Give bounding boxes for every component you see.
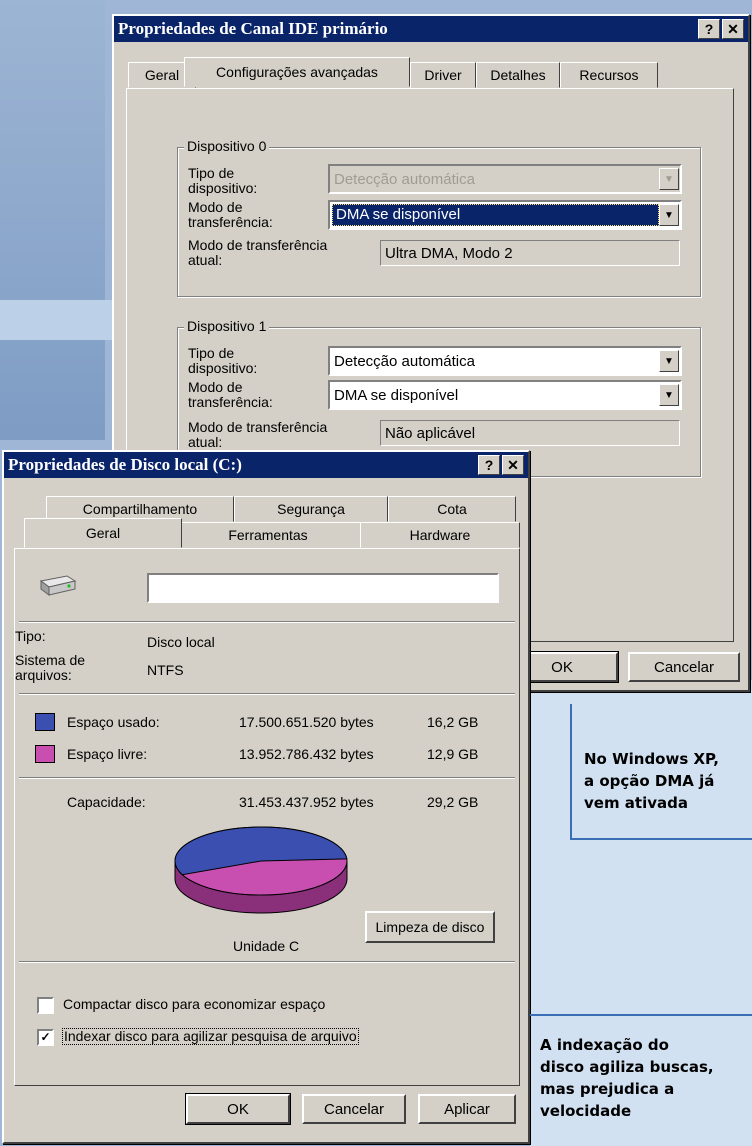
free-space-gb: 12,9 GB <box>427 746 479 762</box>
device-1-type-label: Tipo de dispositivo: <box>188 345 258 376</box>
used-space-bytes: 17.500.651.520 bytes <box>239 714 374 730</box>
disk-usage-pie-chart <box>174 826 348 914</box>
device-1-mode-select[interactable]: DMA se disponível ▼ <box>328 380 682 410</box>
device-1-current-label: Modo de transferência atual: <box>188 419 328 450</box>
drive-label: Unidade C <box>233 938 300 954</box>
index-checkbox[interactable]: ✓ <box>37 1029 54 1046</box>
tab-configuracoes-avancadas[interactable]: Configurações avançadas <box>184 57 410 87</box>
cancel-button[interactable]: Cancelar <box>302 1094 406 1124</box>
device-1-title: Dispositivo 1 <box>184 318 270 334</box>
filesystem-label: Sistema de arquivos: <box>15 652 86 683</box>
index-label: Indexar disco para agilizar pesquisa de … <box>62 1028 359 1045</box>
index-caption: A indexação do disco agiliza buscas, mas p… <box>540 1036 714 1120</box>
chevron-down-icon[interactable]: ▼ <box>659 168 679 190</box>
device-0-type-label: Tipo de dispositivo: <box>188 165 258 196</box>
type-value: Disco local <box>147 634 215 650</box>
general-page: Tipo: Disco local Sistema de arquivos: NT… <box>14 548 520 1086</box>
close-button[interactable]: ✕ <box>502 455 524 475</box>
ide-dialog-title: Propriedades de Canal IDE primário <box>118 19 388 38</box>
caption-divider <box>570 838 752 840</box>
close-button[interactable]: ✕ <box>722 19 744 39</box>
tab-driver[interactable]: Driver <box>410 62 476 88</box>
free-space-bytes: 13.952.786.432 bytes <box>239 746 374 762</box>
free-space-swatch <box>35 745 55 763</box>
device-0-current-value: Ultra DMA, Modo 2 <box>380 240 680 266</box>
capacity-gb: 29,2 GB <box>427 794 479 810</box>
device-0-mode-label: Modo de transferência: <box>188 199 273 230</box>
compress-label: Compactar disco para economizar espaço <box>63 996 326 1012</box>
capacity-bytes: 31.453.437.952 bytes <box>239 794 374 810</box>
ide-title-bar: Propriedades de Canal IDE primário ? ✕ <box>114 16 748 42</box>
disk-properties-dialog: Propriedades de Disco local (C:) ? ✕ Com… <box>2 450 530 1144</box>
device-1-mode-label: Modo de transferência: <box>188 379 273 410</box>
caption-divider <box>570 704 572 840</box>
separator <box>19 961 515 963</box>
used-space-label: Espaço usado: <box>67 714 160 730</box>
type-label: Tipo: <box>15 628 46 644</box>
tab-geral[interactable]: Geral <box>24 518 182 548</box>
tab-hardware[interactable]: Hardware <box>360 522 520 548</box>
disk-cleanup-button[interactable]: Limpeza de disco <box>365 911 495 943</box>
free-space-label: Espaço livre: <box>67 746 148 762</box>
drive-name-input[interactable] <box>147 573 499 603</box>
device-0-group: Dispositivo 0 Tipo de dispositivo: Detecç… <box>177 138 701 297</box>
chevron-down-icon[interactable]: ▼ <box>659 384 679 406</box>
separator <box>19 693 515 695</box>
compress-checkbox[interactable] <box>37 997 54 1014</box>
background-stripe <box>0 300 120 340</box>
device-0-mode-select[interactable]: DMA se disponível ▼ <box>328 200 682 230</box>
tab-cota[interactable]: Cota <box>388 496 516 522</box>
chevron-down-icon[interactable]: ▼ <box>659 204 679 226</box>
device-0-type-select[interactable]: Detecção automática ▼ <box>328 164 682 194</box>
device-1-type-select[interactable]: Detecção automática ▼ <box>328 346 682 376</box>
apply-button[interactable]: Aplicar <box>418 1094 516 1124</box>
dma-caption: No Windows XP, a opção DMA já vem ativada <box>584 750 719 812</box>
caption-divider <box>530 1014 752 1016</box>
disk-title-bar: Propriedades de Disco local (C:) ? ✕ <box>4 452 528 478</box>
hard-drive-icon <box>39 575 77 596</box>
separator <box>19 777 515 779</box>
tab-detalhes[interactable]: Detalhes <box>476 62 560 88</box>
chevron-down-icon[interactable]: ▼ <box>659 350 679 372</box>
used-space-gb: 16,2 GB <box>427 714 479 730</box>
disk-dialog-title: Propriedades de Disco local (C:) <box>8 455 242 474</box>
help-button[interactable]: ? <box>478 455 500 475</box>
device-1-current-value: Não aplicável <box>380 420 680 446</box>
device-0-title: Dispositivo 0 <box>184 138 270 154</box>
device-0-current-label: Modo de transferência atual: <box>188 237 328 268</box>
tab-ferramentas[interactable]: Ferramentas <box>174 522 362 548</box>
tab-seguranca[interactable]: Segurança <box>234 496 388 522</box>
separator <box>19 621 515 623</box>
filesystem-value: NTFS <box>147 662 184 678</box>
cancel-button[interactable]: Cancelar <box>628 652 740 682</box>
background-panel <box>0 0 105 440</box>
ok-button[interactable]: OK <box>186 1094 290 1124</box>
used-space-swatch <box>35 713 55 731</box>
help-button[interactable]: ? <box>698 19 720 39</box>
capacity-label: Capacidade: <box>67 794 146 810</box>
tab-recursos[interactable]: Recursos <box>560 62 658 88</box>
